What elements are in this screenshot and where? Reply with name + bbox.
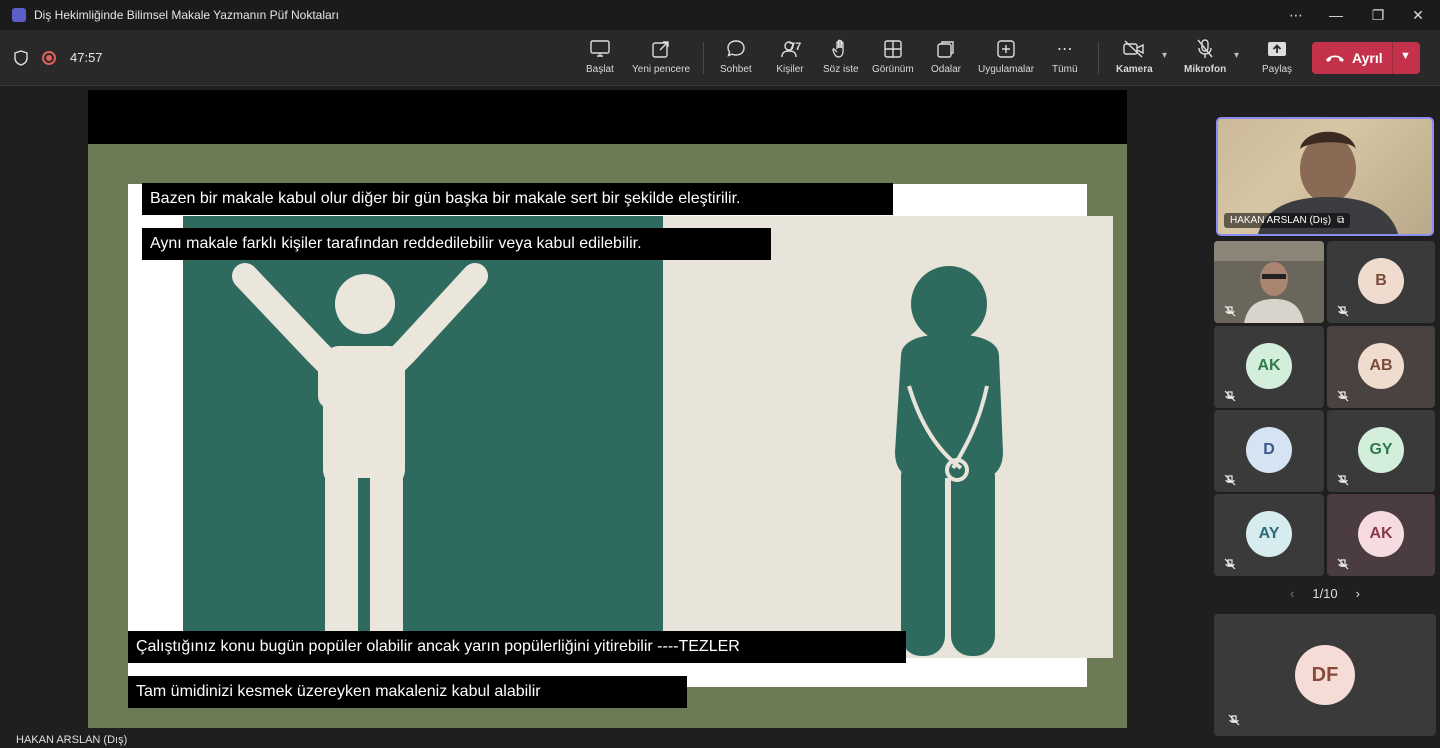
participant-avatar: AB xyxy=(1358,343,1404,389)
camera-off-icon xyxy=(1123,38,1145,60)
more-button[interactable]: ⋯ Tümü xyxy=(1052,38,1078,82)
slide-illustration-right xyxy=(663,216,1113,658)
minimize-button[interactable]: — xyxy=(1316,0,1356,30)
participant-avatar: AK xyxy=(1246,343,1292,389)
people-count: 77 xyxy=(789,41,802,53)
sad-person-icon xyxy=(895,266,1003,656)
mic-muted-icon xyxy=(1337,558,1349,570)
rooms-button[interactable]: Odalar xyxy=(931,38,961,82)
participant-tile-large[interactable]: DF xyxy=(1214,614,1436,736)
mic-options-chevron-icon[interactable]: ▾ xyxy=(1234,50,1239,61)
mic-muted-icon xyxy=(1224,390,1236,402)
chat-button[interactable]: Sohbet xyxy=(720,38,752,82)
teams-icon xyxy=(12,8,26,22)
toolbar-divider xyxy=(1098,42,1099,74)
meeting-timer: 47:57 xyxy=(70,50,103,65)
share-icon xyxy=(1266,38,1288,60)
mic-muted-icon xyxy=(1224,558,1236,570)
participant-avatar: AY xyxy=(1246,511,1292,557)
hand-icon xyxy=(830,38,852,60)
mic-muted-icon xyxy=(1228,714,1240,726)
previous-page-chevron-icon[interactable]: ‹ xyxy=(1290,586,1294,601)
mic-button[interactable]: Mikrofon xyxy=(1184,38,1226,82)
share-button[interactable]: Paylaş xyxy=(1262,38,1292,82)
participants-pager: ‹ 1/10 › xyxy=(1290,586,1360,601)
slide-caption-2: Aynı makale farklı kişiler tarafından re… xyxy=(142,228,771,260)
slide-caption-3: Çalıştığınız konu bugün popüler olabilir… xyxy=(128,631,906,663)
chat-icon xyxy=(725,38,747,60)
leave-options-chevron-icon[interactable]: ▼ xyxy=(1400,50,1411,62)
view-button[interactable]: Görünüm xyxy=(872,38,914,82)
camera-button[interactable]: Kamera xyxy=(1116,38,1153,82)
raise-hand-button[interactable]: Söz iste xyxy=(823,38,859,82)
close-button[interactable]: ✕ xyxy=(1398,0,1438,30)
slide: Bazen bir makale kabul olur diğer bir gü… xyxy=(88,144,1127,728)
mic-muted-icon xyxy=(1337,305,1349,317)
page-indicator: 1/10 xyxy=(1312,586,1338,601)
screen-share-icon: ⧉ xyxy=(1337,215,1345,226)
new-window-icon xyxy=(650,38,672,60)
main-speaker-name-chip: HAKAN ARSLAN (Dış) ⧉ xyxy=(1224,213,1351,228)
participant-avatar: D xyxy=(1246,427,1292,473)
main-speaker-name: HAKAN ARSLAN (Dış) xyxy=(1230,215,1332,226)
participant-avatar: B xyxy=(1358,258,1404,304)
people-button[interactable]: 77 Kişiler xyxy=(770,38,810,82)
participant-tile[interactable]: AK xyxy=(1327,494,1435,576)
restore-button[interactable]: ❐ xyxy=(1358,0,1398,30)
hang-up-icon xyxy=(1326,55,1344,62)
main-speaker-video[interactable]: HAKAN ARSLAN (Dış) ⧉ xyxy=(1216,117,1434,236)
shared-content-stage: Bazen bir makale kabul olur diğer bir gü… xyxy=(88,90,1127,728)
participant-tile[interactable]: AY xyxy=(1214,494,1324,576)
slide-caption-4: Tam ümidinizi kesmek üzereyken makaleniz… xyxy=(128,676,687,708)
more-options-icon[interactable]: ⋯ xyxy=(1276,0,1316,30)
mic-muted-icon xyxy=(1224,474,1236,486)
participant-tile-video[interactable] xyxy=(1214,241,1324,323)
slide-illustration-left xyxy=(183,216,663,658)
start-button[interactable]: Başlat xyxy=(586,38,614,82)
participant-avatar: DF xyxy=(1295,645,1355,705)
participant-tile[interactable]: GY xyxy=(1327,410,1435,492)
next-page-chevron-icon[interactable]: › xyxy=(1356,586,1360,601)
recording-icon xyxy=(42,51,56,65)
mic-muted-icon xyxy=(1337,390,1349,402)
leave-button[interactable]: Ayrıl ▼ xyxy=(1312,42,1420,74)
presenter-name: HAKAN ARSLAN (Dış) xyxy=(16,734,128,746)
toolbar-divider xyxy=(703,42,704,74)
add-apps-icon xyxy=(995,38,1017,60)
mic-muted-icon xyxy=(1224,305,1236,317)
slide-caption-1: Bazen bir makale kabul olur diğer bir gü… xyxy=(142,183,893,215)
participant-avatar: GY xyxy=(1358,427,1404,473)
mic-off-icon xyxy=(1194,38,1216,60)
participant-tile[interactable]: D xyxy=(1214,410,1324,492)
new-window-button[interactable]: Yeni pencere xyxy=(632,38,690,82)
title-bar: Diş Hekimliğinde Bilimsel Makale Yazmanı… xyxy=(0,0,1440,30)
happy-person-icon xyxy=(232,263,488,658)
rooms-icon xyxy=(935,38,957,60)
window-title: Diş Hekimliğinde Bilimsel Makale Yazmanı… xyxy=(34,8,340,22)
apps-button[interactable]: Uygulamalar xyxy=(978,38,1034,82)
ellipsis-icon: ⋯ xyxy=(1056,41,1073,58)
leave-divider xyxy=(1392,42,1393,74)
meeting-toolbar: 47:57 Başlat Yeni pencere Sohbet 77 Kişi… xyxy=(0,30,1440,86)
participant-tile[interactable]: B xyxy=(1327,241,1435,323)
participant-tile[interactable]: AB xyxy=(1327,326,1435,408)
screen-icon xyxy=(589,38,611,60)
grid-icon xyxy=(882,38,904,60)
participant-avatar: AK xyxy=(1358,511,1404,557)
camera-options-chevron-icon[interactable]: ▾ xyxy=(1162,50,1167,61)
participant-tile[interactable]: AK xyxy=(1214,326,1324,408)
shield-icon[interactable] xyxy=(14,50,28,66)
mic-muted-icon xyxy=(1337,474,1349,486)
